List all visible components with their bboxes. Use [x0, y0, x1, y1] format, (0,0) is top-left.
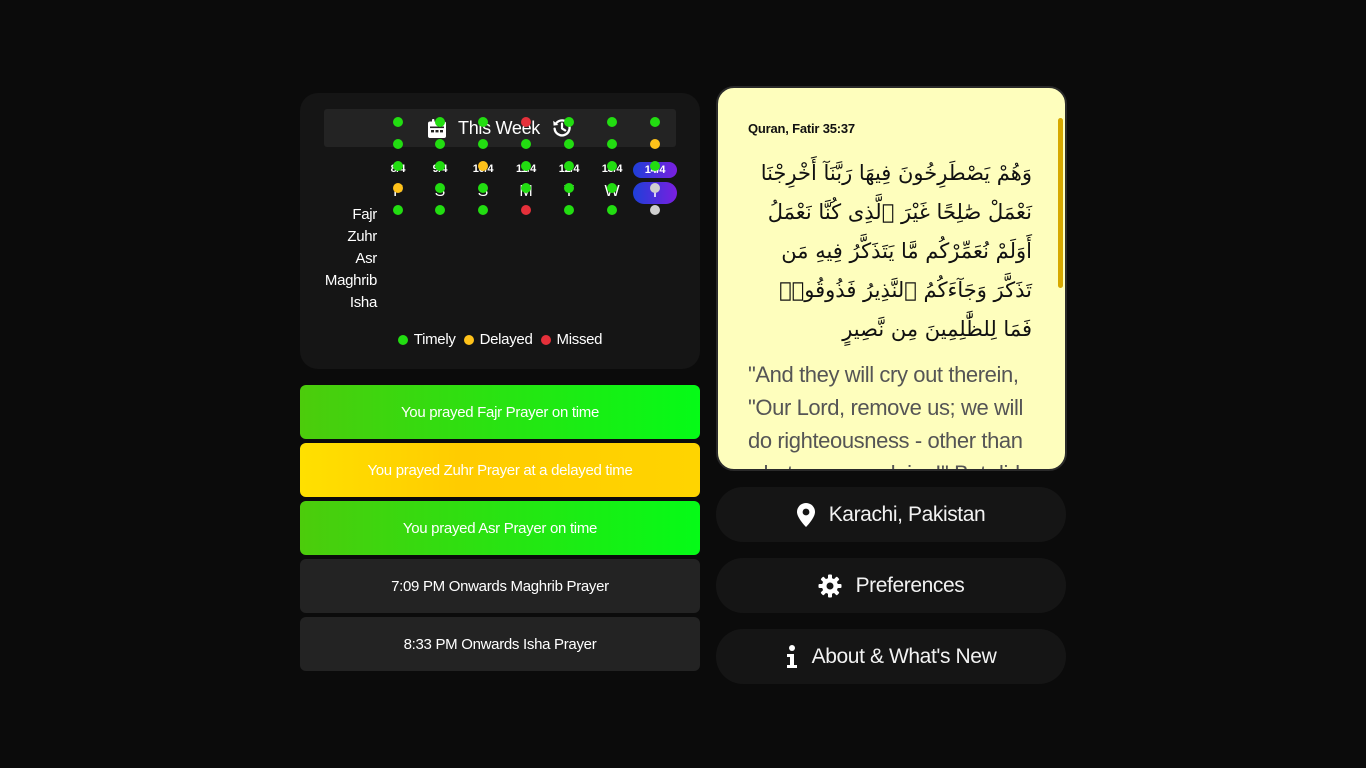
status-dot-timely[interactable] [564, 139, 574, 149]
legend-delayed: Delayed [463, 331, 533, 348]
week-grid: Fajr Zuhr Asr Maghrib Isha 8/49/410/411/… [300, 93, 700, 369]
prayer-button-fajr[interactable]: You prayed Fajr Prayer on time [300, 385, 700, 439]
location-button[interactable]: Karachi, Pakistan [716, 487, 1066, 542]
status-dot-timely[interactable] [393, 161, 403, 171]
row-label-maghrib: Maghrib [324, 272, 377, 289]
status-dot-timely[interactable] [564, 205, 574, 215]
status-dot-timely[interactable] [521, 139, 531, 149]
status-dot-delayed[interactable] [393, 183, 403, 193]
preferences-button[interactable]: Preferences [716, 558, 1066, 613]
gear-icon [818, 574, 842, 598]
preferences-label: Preferences [855, 573, 965, 597]
status-dot-delayed[interactable] [650, 139, 660, 149]
verse-arabic-text: وَهُمْ يَصْطَرِخُونَ فِيهَا رَبَّنَآ أَخ… [760, 161, 1032, 341]
status-dot-timely[interactable] [521, 161, 531, 171]
status-dot-timely[interactable] [607, 139, 617, 149]
missed-dot-icon [540, 334, 551, 345]
prayer-button-asr[interactable]: You prayed Asr Prayer on time [300, 501, 700, 555]
about-button[interactable]: About & What's New [716, 629, 1066, 684]
status-dot-pending[interactable] [650, 205, 660, 215]
legend-missed-label: Missed [556, 331, 603, 348]
verse-translation-text: "And they will cry out therein, "Our Lor… [748, 362, 1023, 469]
legend-timely: Timely [397, 331, 456, 348]
status-dot-timely[interactable] [564, 183, 574, 193]
status-dot-timely[interactable] [478, 183, 488, 193]
verse-scrollbar[interactable] [1058, 118, 1063, 288]
status-dot-delayed[interactable] [478, 161, 488, 171]
status-dot-timely[interactable] [607, 183, 617, 193]
status-dot-pending[interactable] [650, 183, 660, 193]
status-dot-timely[interactable] [650, 161, 660, 171]
status-dot-timely[interactable] [435, 117, 445, 127]
status-dot-missed[interactable] [521, 205, 531, 215]
row-label-zuhr: Zuhr [347, 228, 377, 245]
status-dot-timely[interactable] [478, 117, 488, 127]
row-label-fajr: Fajr [352, 206, 377, 223]
status-dot-timely[interactable] [393, 139, 403, 149]
info-icon [786, 644, 798, 669]
status-dot-missed[interactable] [521, 117, 531, 127]
status-legend: Timely Delayed Missed [300, 331, 700, 348]
status-dot-timely[interactable] [521, 183, 531, 193]
legend-delayed-label: Delayed [479, 331, 533, 348]
status-dot-timely[interactable] [564, 161, 574, 171]
status-dot-timely[interactable] [435, 183, 445, 193]
location-pin-icon [796, 502, 815, 527]
status-dot-timely[interactable] [564, 117, 574, 127]
legend-missed: Missed [540, 331, 603, 348]
status-dot-timely[interactable] [607, 205, 617, 215]
status-dot-timely[interactable] [478, 205, 488, 215]
prayer-button-maghrib[interactable]: 7:09 PM Onwards Maghrib Prayer [300, 559, 700, 613]
about-label: About & What's New [811, 644, 997, 668]
status-dot-timely[interactable] [607, 117, 617, 127]
status-dot-timely[interactable] [478, 139, 488, 149]
week-card: This Week Fajr Zuhr Asr Maghrib Isha 8/4… [300, 93, 700, 369]
delayed-dot-icon [463, 334, 474, 345]
prayer-button-zuhr[interactable]: You prayed Zuhr Prayer at a delayed time [300, 443, 700, 497]
row-label-asr: Asr [355, 250, 377, 267]
status-dot-timely[interactable] [607, 161, 617, 171]
status-dot-timely[interactable] [435, 205, 445, 215]
status-dot-timely[interactable] [393, 205, 403, 215]
status-dot-timely[interactable] [435, 139, 445, 149]
row-label-isha: Isha [349, 294, 377, 311]
status-dot-timely[interactable] [650, 117, 660, 127]
location-label: Karachi, Pakistan [828, 502, 986, 526]
legend-timely-label: Timely [413, 331, 456, 348]
status-dot-timely[interactable] [393, 117, 403, 127]
verse-reference: Quran, Fatir 35:37 [748, 121, 855, 136]
prayer-button-isha[interactable]: 8:33 PM Onwards Isha Prayer [300, 617, 700, 671]
timely-dot-icon [397, 334, 408, 345]
verse-card[interactable]: Quran, Fatir 35:37 وَهُمْ يَصْطَرِخُونَ … [716, 86, 1067, 471]
status-dot-timely[interactable] [435, 161, 445, 171]
